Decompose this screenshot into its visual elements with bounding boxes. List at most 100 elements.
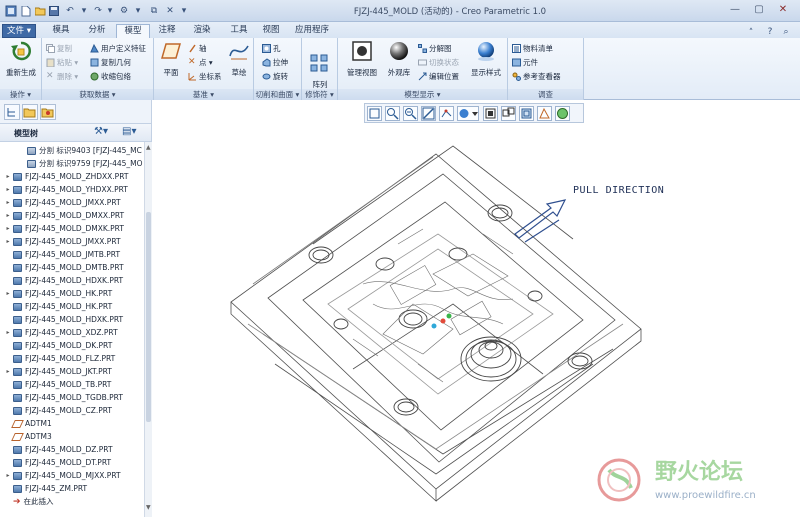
tree-settings-icon[interactable]: ⚒▾ [94, 126, 108, 137]
tree-item[interactable]: ADTM3 [4, 430, 52, 443]
maximize-icon[interactable]: ▢ [748, 3, 770, 17]
scroll-down-icon[interactable]: ▼ [146, 504, 151, 514]
tree-item[interactable]: ▸ FJZJ-445_MOLD_JKT.PRT [4, 365, 111, 378]
tab-model[interactable]: 模型 [116, 24, 150, 38]
shrinkwrap-button[interactable]: 收缩包络 [90, 70, 131, 82]
tab-analysis[interactable]: 分析 [80, 24, 114, 38]
expand-icon[interactable]: ▸ [4, 225, 12, 232]
tree-item[interactable]: ▸ FJZJ-445_MOLD_ZHDXX.PRT [4, 170, 128, 183]
saved-views-icon[interactable] [483, 106, 498, 121]
tab-view[interactable]: 视图 [258, 24, 284, 38]
tree-item[interactable]: FJZJ-445_MOLD_DK.PRT [4, 339, 112, 352]
tree-item[interactable]: ▸ FJZJ-445_MOLD_DMXX.PRT [4, 209, 124, 222]
point-button[interactable]: ✕ 点 ▾ [188, 56, 213, 68]
axis-button[interactable]: 轴 [188, 42, 207, 54]
expand-icon[interactable]: ▸ [4, 368, 12, 375]
tree-item[interactable]: 分割 标识9403 [FJZJ-445_MC [18, 144, 142, 157]
close-icon[interactable]: ✕ [772, 3, 794, 17]
redo-dropdown-icon[interactable]: ▾ [106, 4, 114, 18]
copy-button[interactable]: 复制 [46, 42, 72, 54]
tree-item[interactable]: ▸ FJZJ-445_MOLD_JMXX.PRT [4, 235, 120, 248]
open-icon[interactable] [34, 4, 46, 18]
appearance-gallery-button[interactable]: 外观库 [384, 40, 414, 78]
tree-item[interactable]: ▸ FJZJ-445_MOLD_YHDXX.PRT [4, 183, 127, 196]
extrude-button[interactable]: 拉伸 [262, 56, 288, 68]
refit-icon[interactable] [367, 106, 382, 121]
zoom-in-icon[interactable] [385, 106, 400, 121]
group-label-model-display[interactable]: 模型显示 ▾ [338, 89, 507, 100]
regenerate-quick-icon[interactable]: ⚙ [118, 4, 130, 18]
group-label-get-data[interactable]: 获取数据 ▾ [42, 89, 153, 100]
bom-button[interactable]: 物料清单 [512, 42, 553, 54]
expand-icon[interactable]: ▸ [4, 290, 12, 297]
save-icon[interactable] [48, 4, 60, 18]
expand-icon[interactable]: ▸ [4, 173, 12, 180]
expand-icon[interactable]: ▸ [4, 186, 12, 193]
tree-item[interactable]: FJZJ-445_MOLD_HDXK.PRT [4, 313, 123, 326]
tab-tools[interactable]: 工具 [222, 24, 256, 38]
scroll-up-icon[interactable]: ▲ [146, 144, 151, 154]
copy-geometry-button[interactable]: 复制几何 [90, 56, 131, 68]
zoom-out-icon[interactable] [403, 106, 418, 121]
favorites-tab-icon[interactable] [40, 104, 56, 120]
tree-item[interactable]: 分割 标识9759 [FJZJ-445_MO [18, 157, 143, 170]
hole-button[interactable]: 孔 [262, 42, 281, 54]
perspective-icon[interactable] [519, 106, 534, 121]
app-menu-icon[interactable] [4, 4, 18, 18]
group-label-datum[interactable]: 基准 ▾ [154, 89, 253, 100]
repaint-icon[interactable] [421, 106, 436, 121]
insert-here-marker[interactable]: ➔ 在此插入 [4, 495, 54, 508]
expand-icon[interactable]: ▸ [4, 238, 12, 245]
edit-position-button[interactable]: 编辑位置 [418, 70, 459, 82]
view-manager-icon[interactable] [501, 106, 516, 121]
tab-applications[interactable]: 应用程序 [288, 24, 336, 38]
tree-item[interactable]: FJZJ-445_MOLD_DT.PRT [4, 456, 111, 469]
spin-center-icon[interactable] [439, 106, 454, 121]
annotation-display-icon[interactable] [555, 106, 570, 121]
model-tree-tab-icon[interactable] [4, 104, 20, 120]
revolve-button[interactable]: 旋转 [262, 70, 288, 82]
group-label-modifiers[interactable]: 修饰符 ▾ [302, 89, 337, 100]
group-label-cut-surface[interactable]: 切削和曲面 ▾ [254, 89, 301, 100]
explode-view-button[interactable]: 分解图 [418, 42, 452, 54]
sketch-button[interactable]: 草绘 [226, 40, 252, 78]
tree-item[interactable]: FJZJ-445_ZM.PRT [4, 482, 87, 495]
tree-item[interactable]: FJZJ-445_MOLD_FLZ.PRT [4, 352, 115, 365]
tab-render[interactable]: 渲染 [184, 24, 220, 38]
display-style-button[interactable]: 显示样式 [468, 40, 504, 78]
close-window-icon[interactable]: ✕ [164, 4, 176, 18]
windows-icon[interactable]: ⧉ [148, 4, 160, 18]
toggle-status-button[interactable]: 切换状态 [418, 56, 459, 68]
tree-item[interactable]: ▸ FJZJ-445_MOLD_HK.PRT [4, 287, 112, 300]
quick-access-dropdown-icon[interactable]: ▾ [180, 4, 188, 18]
new-icon[interactable] [20, 4, 32, 18]
tree-item[interactable]: ▸ FJZJ-445_MOLD_MJXX.PRT [4, 469, 120, 482]
tree-item[interactable]: FJZJ-445_MOLD_HDXK.PRT [4, 274, 123, 287]
tree-item[interactable]: FJZJ-445_MOLD_DMTB.PRT [4, 261, 124, 274]
tree-item[interactable]: ▸ FJZJ-445_MOLD_DMXK.PRT [4, 222, 123, 235]
paste-button[interactable]: 粘贴 ▾ [46, 56, 78, 68]
expand-icon[interactable]: ▸ [4, 472, 12, 479]
undo-icon[interactable]: ↶ [64, 4, 76, 18]
expand-icon[interactable]: ▸ [4, 329, 12, 336]
plane-button[interactable]: 平面 [158, 40, 184, 78]
tree-item[interactable]: FJZJ-445_MOLD_HK.PRT [4, 300, 112, 313]
regenerate-button[interactable]: 重新生成 [4, 40, 38, 78]
tree-item[interactable]: FJZJ-445_MOLD_DZ.PRT [4, 443, 113, 456]
scroll-thumb[interactable] [146, 212, 151, 422]
redo-icon[interactable]: ↷ [92, 4, 104, 18]
display-style-dropdown-icon[interactable] [457, 106, 479, 121]
tree-item[interactable]: FJZJ-445_MOLD_JMTB.PRT [4, 248, 120, 261]
tree-item[interactable]: ADTM1 [4, 417, 52, 430]
csys-button[interactable]: 坐标系 [188, 70, 222, 82]
folder-browser-tab-icon[interactable] [22, 104, 38, 120]
undo-dropdown-icon[interactable]: ▾ [80, 4, 88, 18]
tree-show-icon[interactable]: ▤▾ [122, 126, 136, 137]
reference-viewer-button[interactable]: 参考查看器 [512, 70, 561, 82]
pattern-button[interactable]: 阵列 [308, 52, 332, 90]
help-icon[interactable]: ? [764, 25, 776, 39]
model-tree-scrollbar[interactable]: ▲ ▼ [144, 142, 152, 517]
graphics-window[interactable]: PULL DIRECTION 野火论坛 www.proewildfire.cn [153, 124, 800, 517]
tab-annotation[interactable]: 注释 [152, 24, 182, 38]
datum-display-icon[interactable] [537, 106, 552, 121]
